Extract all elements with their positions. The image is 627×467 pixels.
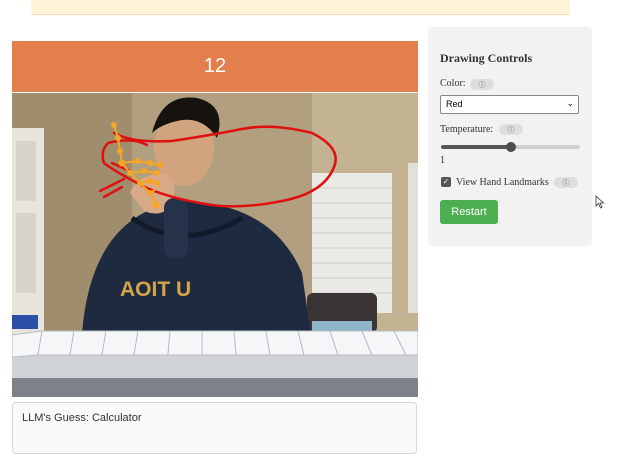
chevron-down-icon: ⌄ xyxy=(566,98,574,108)
countdown-timer: 12 xyxy=(12,41,418,92)
slider-thumb[interactable] xyxy=(505,142,516,152)
drawing-controls-panel: Drawing Controls Color: ⓘ Red ⌄ Temperat… xyxy=(428,27,592,246)
webcam-frame: AOIT U xyxy=(12,93,418,397)
landmarks-checkbox[interactable]: ✓ xyxy=(441,177,451,187)
mouse-cursor-icon xyxy=(595,195,605,209)
info-icon[interactable]: ⓘ xyxy=(470,79,494,90)
restart-button[interactable]: Restart xyxy=(440,200,498,224)
temperature-value: 1 xyxy=(440,155,445,166)
llm-guess-box: LLM's Guess: Calculator xyxy=(12,402,417,454)
landmarks-label: View Hand Landmarks xyxy=(456,177,549,188)
webcam-view: AOIT U xyxy=(12,93,418,397)
temperature-slider[interactable] xyxy=(441,142,580,152)
shirt-text: AOIT U xyxy=(120,278,191,301)
top-banner xyxy=(31,0,570,15)
color-selected-value: Red xyxy=(446,99,463,109)
timer-value: 12 xyxy=(203,55,227,77)
slider-fill xyxy=(441,145,511,149)
llm-guess-text: LLM's Guess: Calculator xyxy=(22,412,142,424)
info-icon[interactable]: ⓘ xyxy=(554,177,578,188)
info-icon[interactable]: ⓘ xyxy=(499,124,523,135)
temperature-label: Temperature: xyxy=(440,124,494,135)
color-label: Color: xyxy=(440,78,466,89)
panel-title: Drawing Controls xyxy=(440,51,533,65)
color-select[interactable]: Red ⌄ xyxy=(440,95,579,114)
